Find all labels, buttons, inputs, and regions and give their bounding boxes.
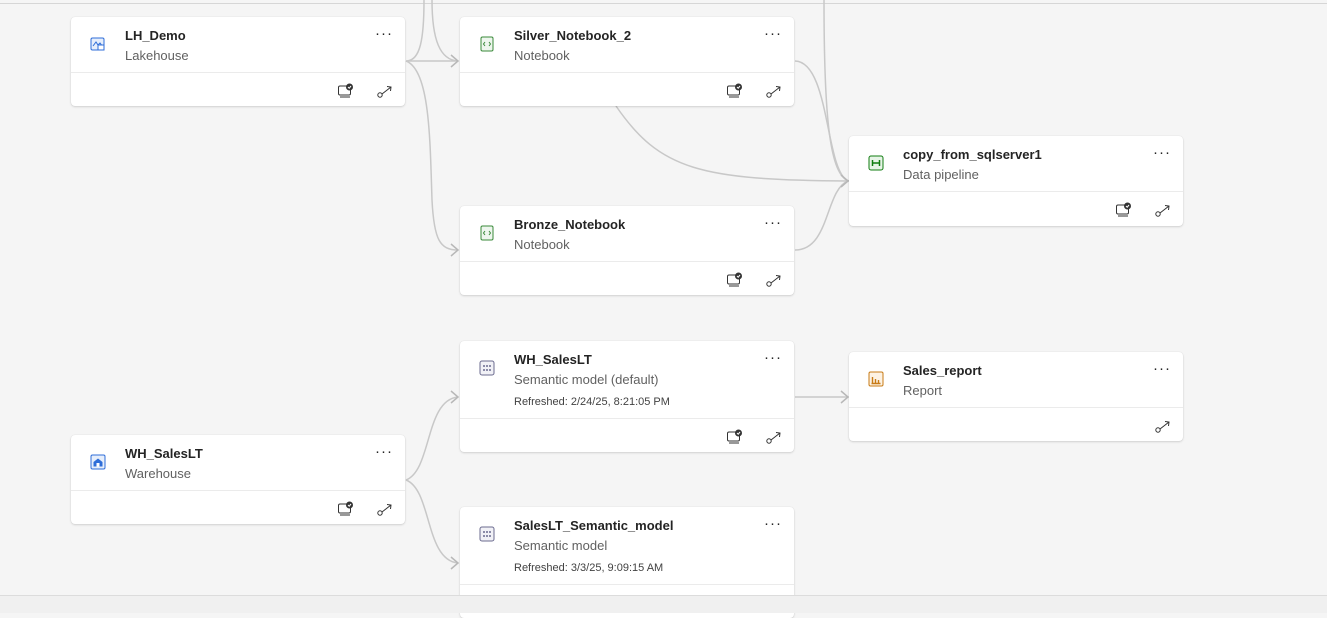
node-card-copy-pipeline[interactable]: copy_from_sqlserver1 Data pipeline ···: [849, 136, 1183, 226]
impact-analysis-icon[interactable]: [337, 82, 355, 100]
node-footer: [71, 491, 405, 524]
more-options-button[interactable]: ···: [764, 26, 782, 41]
impact-analysis-icon[interactable]: [337, 500, 355, 518]
edge: [794, 60, 849, 182]
more-options-button[interactable]: ···: [764, 516, 782, 531]
node-card-wh-saleslt-semantic-model[interactable]: WH_SalesLT Semantic model (default) Refr…: [460, 341, 794, 452]
node-footer: [849, 192, 1183, 226]
node-header: Silver_Notebook_2 Notebook ···: [460, 17, 794, 73]
lakehouse-icon: [90, 37, 105, 51]
more-options-button[interactable]: ···: [375, 444, 393, 459]
impact-analysis-icon[interactable]: [1115, 201, 1133, 219]
node-type: Data pipeline: [903, 167, 979, 182]
lineage-icon[interactable]: [765, 271, 783, 289]
edge: [405, 396, 459, 481]
node-title: copy_from_sqlserver1: [903, 147, 1042, 162]
node-footer: [460, 262, 794, 295]
more-options-button[interactable]: ···: [1153, 361, 1171, 376]
refreshed-timestamp: Refreshed: 2/24/25, 8:21:05 PM: [514, 396, 670, 408]
lineage-icon[interactable]: [1154, 417, 1172, 435]
node-header: SalesLT_Semantic_model Semantic model Re…: [460, 507, 794, 585]
notebook-icon: [480, 225, 494, 241]
more-options-button[interactable]: ···: [1153, 145, 1171, 160]
node-header: WH_SalesLT Semantic model (default) Refr…: [460, 341, 794, 419]
semantic-model-icon: [479, 526, 495, 542]
impact-analysis-icon[interactable]: [726, 428, 744, 446]
node-type: Warehouse: [125, 466, 191, 481]
report-icon: [868, 371, 884, 387]
warehouse-icon: [90, 454, 106, 470]
node-card-sales-report[interactable]: Sales_report Report ···: [849, 352, 1183, 441]
node-type: Semantic model: [514, 538, 608, 553]
node-card-bronze-notebook[interactable]: Bronze_Notebook Notebook ···: [460, 206, 794, 295]
lineage-icon[interactable]: [376, 82, 394, 100]
edge: [615, 105, 849, 182]
node-title: Sales_report: [903, 363, 982, 378]
node-header: LH_Demo Lakehouse ···: [71, 17, 405, 73]
lineage-icon[interactable]: [1154, 201, 1172, 219]
node-card-silver-notebook[interactable]: Silver_Notebook_2 Notebook ···: [460, 17, 794, 106]
refreshed-timestamp: Refreshed: 3/3/25, 9:09:15 AM: [514, 562, 664, 574]
node-title: WH_SalesLT: [514, 352, 592, 367]
node-title: SalesLT_Semantic_model: [514, 518, 674, 533]
edge: [431, 0, 459, 62]
node-type: Semantic model (default): [514, 372, 659, 387]
edge: [405, 60, 459, 251]
lineage-icon[interactable]: [765, 428, 783, 446]
node-card-lh-demo[interactable]: LH_Demo Lakehouse ···: [71, 17, 405, 106]
node-footer: [460, 419, 794, 452]
node-title: LH_Demo: [125, 28, 186, 43]
node-title: Bronze_Notebook: [514, 217, 626, 232]
lineage-icon[interactable]: [376, 500, 394, 518]
impact-analysis-icon[interactable]: [726, 82, 744, 100]
node-type: Notebook: [514, 48, 570, 63]
node-footer: [460, 73, 794, 106]
pipeline-icon: [868, 155, 884, 171]
node-type: Notebook: [514, 237, 570, 252]
lineage-icon[interactable]: [765, 82, 783, 100]
node-header: copy_from_sqlserver1 Data pipeline ···: [849, 136, 1183, 192]
node-type: Lakehouse: [125, 48, 189, 63]
more-options-button[interactable]: ···: [375, 26, 393, 41]
notebook-icon: [480, 36, 494, 52]
edge: [405, 479, 459, 564]
node-header: Sales_report Report ···: [849, 352, 1183, 408]
node-title: WH_SalesLT: [125, 446, 203, 461]
edge: [406, 0, 425, 62]
more-options-button[interactable]: ···: [764, 215, 782, 230]
impact-analysis-icon[interactable]: [726, 271, 744, 289]
node-title: Silver_Notebook_2: [514, 28, 632, 43]
node-header: WH_SalesLT Warehouse ···: [71, 435, 405, 491]
node-header: Bronze_Notebook Notebook ···: [460, 206, 794, 262]
node-footer: [849, 408, 1183, 441]
edge: [794, 180, 849, 251]
more-options-button[interactable]: ···: [764, 350, 782, 365]
node-type: Report: [903, 383, 943, 398]
semantic-model-icon: [479, 360, 495, 376]
node-card-wh-saleslt-warehouse[interactable]: WH_SalesLT Warehouse ···: [71, 435, 405, 524]
node-footer: [71, 73, 405, 106]
edge: [823, 0, 850, 182]
horizontal-scrollbar[interactable]: [0, 595, 1327, 613]
